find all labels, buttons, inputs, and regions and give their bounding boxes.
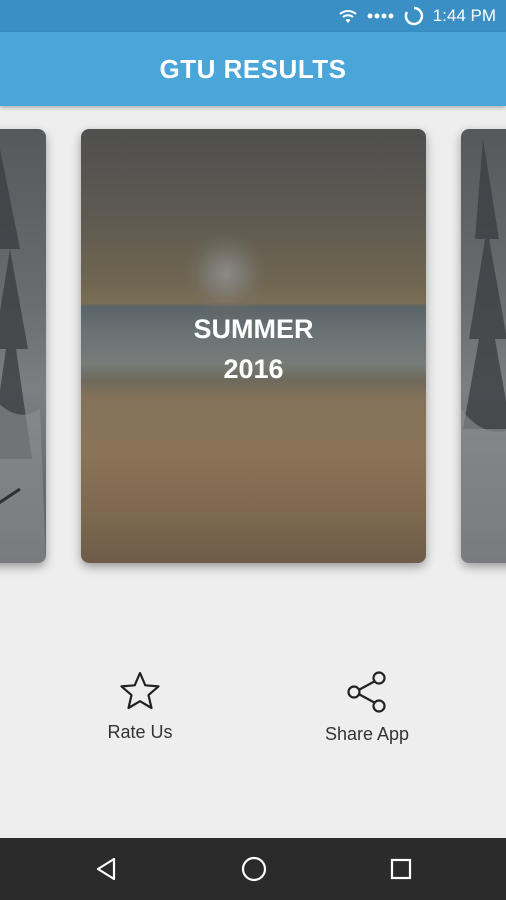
card-title: SUMMER 2016 (81, 309, 426, 389)
app-bar: GTU RESULTS (0, 32, 506, 106)
share-app-label: Share App (324, 724, 410, 744)
share-app-button[interactable]: Share App (312, 670, 422, 745)
carousel-card-summer-2016[interactable]: SUMMER 2016 (81, 129, 426, 563)
carousel-card-next[interactable] (461, 129, 506, 563)
recent-apps-icon[interactable] (385, 853, 417, 885)
beach-sunset-image: SUMMER 2016 (81, 129, 426, 563)
navigation-bar (0, 838, 506, 900)
carousel-card-previous[interactable] (0, 129, 46, 563)
sun-glow (186, 234, 266, 314)
back-icon[interactable] (90, 853, 122, 885)
rate-us-label: Rate Us (107, 722, 173, 742)
rate-us-button[interactable]: Rate Us (90, 670, 190, 743)
home-icon[interactable] (238, 853, 270, 885)
snowy-forest-image (461, 129, 506, 563)
snowy-forest-image (0, 129, 46, 563)
wifi-icon (337, 7, 359, 25)
status-bar: 1:44 PM (0, 0, 506, 32)
status-time: 1:44 PM (432, 6, 496, 25)
card-title-year: 2016 (223, 354, 284, 384)
signal-dots-icon (367, 11, 395, 21)
loading-icon (403, 5, 425, 27)
card-title-season: SUMMER (193, 314, 314, 344)
star-icon (118, 670, 162, 722)
share-icon (345, 670, 389, 724)
app-title: GTU RESULTS (159, 53, 347, 84)
